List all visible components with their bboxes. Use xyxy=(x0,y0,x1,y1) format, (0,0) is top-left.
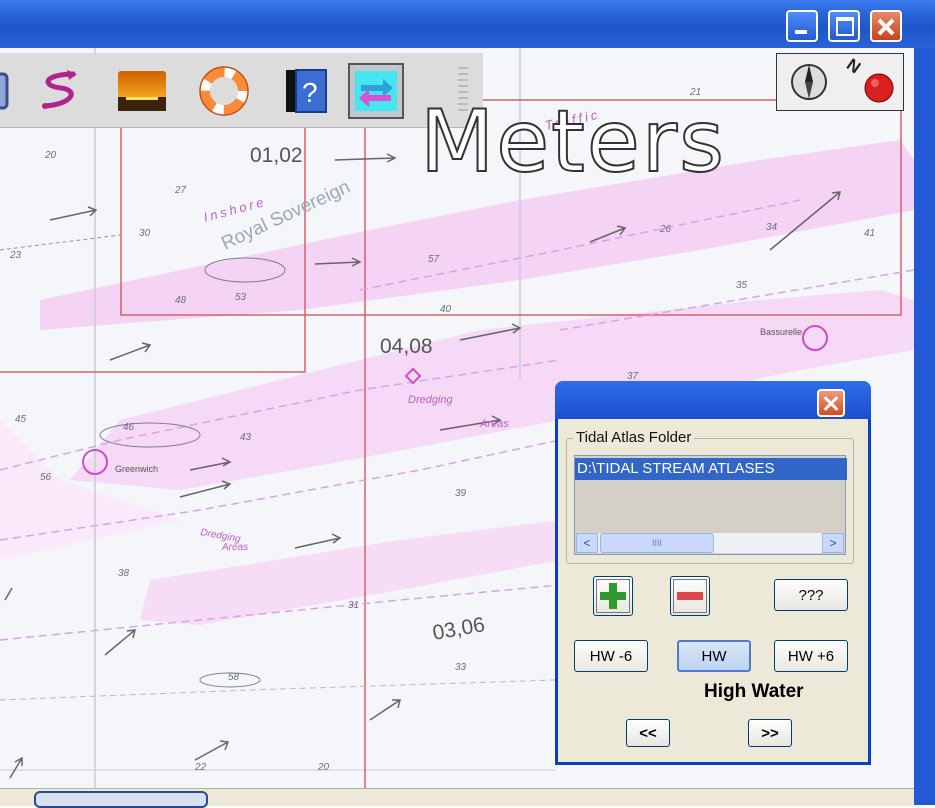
sounding: 20 xyxy=(44,150,57,161)
svg-text:N: N xyxy=(845,56,864,77)
sounding: 41 xyxy=(864,228,875,239)
svg-text:?: ? xyxy=(302,77,318,108)
scroll-thumb[interactable]: IIII xyxy=(600,533,714,553)
sounding: 45 xyxy=(15,414,27,425)
place-label: Areas xyxy=(221,542,248,553)
dialog-title-bar[interactable] xyxy=(555,381,871,419)
sounding: 33 xyxy=(455,662,467,673)
tidal-arrow xyxy=(4,587,13,601)
sounding: 30 xyxy=(139,228,151,239)
group-label: Tidal Atlas Folder xyxy=(573,429,695,446)
sounding: 48 xyxy=(175,295,187,306)
sounding: 38 xyxy=(118,568,130,579)
tidal-arrow xyxy=(369,699,401,721)
tidal-streams-icon[interactable] xyxy=(348,63,404,119)
close-icon[interactable] xyxy=(870,10,902,42)
sounding: 58 xyxy=(228,672,240,683)
hw-minus-6-button[interactable]: HW -6 xyxy=(574,640,648,672)
tidal-arrow xyxy=(9,756,23,779)
sounding: 43 xyxy=(240,432,252,443)
separation-line xyxy=(0,679,556,701)
place-label: Greenwich xyxy=(115,464,158,474)
status-bar xyxy=(0,788,914,808)
compass-icon[interactable] xyxy=(789,62,829,107)
sounding: 35 xyxy=(736,280,748,291)
tidal-atlas-folder-group: Tidal Atlas Folder D:\TIDAL STREAM ATLAS… xyxy=(566,429,854,564)
status-pane xyxy=(34,791,208,808)
tidal-arrow xyxy=(109,342,152,361)
tidal-arrow xyxy=(104,629,136,656)
scroll-right-icon[interactable]: > xyxy=(822,533,844,553)
close-icon[interactable] xyxy=(817,389,845,417)
tidal-arrow xyxy=(194,740,230,761)
next-button[interactable]: >> xyxy=(748,719,792,747)
tidal-arrow xyxy=(49,206,98,221)
contour-line xyxy=(0,234,121,251)
sounding: 20 xyxy=(317,762,330,773)
depth-label: 04,08 xyxy=(380,335,433,358)
sounding: 53 xyxy=(235,292,247,303)
sounding: 27 xyxy=(174,185,187,196)
title-bar xyxy=(0,0,935,48)
lifebuoy-icon[interactable] xyxy=(196,63,252,119)
place-label: Areas xyxy=(479,418,509,430)
horizontal-scrollbar[interactable]: < IIII > xyxy=(576,533,844,553)
sounding: 56 xyxy=(40,472,52,483)
previous-button[interactable]: << xyxy=(626,719,670,747)
place-label: Bassurelle xyxy=(760,327,802,337)
tidal-atlas-dialog: Tidal Atlas Folder D:\TIDAL STREAM ATLAS… xyxy=(555,381,871,765)
depth-label: 03,06 xyxy=(431,613,487,645)
remove-folder-button[interactable] xyxy=(670,576,710,616)
toolbar: ? xyxy=(0,53,483,128)
route-icon[interactable] xyxy=(30,63,86,119)
sounding: 34 xyxy=(766,222,778,233)
place-label: Dredging xyxy=(408,394,454,406)
sounding: 22 xyxy=(194,762,207,773)
folder-list-item[interactable]: D:\TIDAL STREAM ATLASES xyxy=(575,458,847,480)
folder-listbox[interactable]: D:\TIDAL STREAM ATLASES < IIII > xyxy=(574,455,847,555)
maximize-icon[interactable] xyxy=(828,10,860,42)
hw-plus-6-button[interactable]: HW +6 xyxy=(774,640,848,672)
sounding: 46 xyxy=(123,422,135,433)
sounding: 40 xyxy=(440,304,452,315)
sunset-icon[interactable] xyxy=(114,63,170,119)
compass-panel: N xyxy=(776,53,904,111)
sounding: 26 xyxy=(659,224,672,235)
units-overlay: Meters xyxy=(419,91,726,193)
record-icon[interactable] xyxy=(863,72,897,111)
help-icon[interactable]: ? xyxy=(278,63,334,119)
add-folder-button[interactable] xyxy=(593,576,633,616)
sounding: 57 xyxy=(428,254,440,265)
tidal-arrow xyxy=(294,533,342,549)
tide-status-label: High Water xyxy=(704,681,804,702)
minus-icon xyxy=(673,579,707,613)
sounding: 23 xyxy=(9,250,22,261)
unknown-button[interactable]: ??? xyxy=(774,579,848,611)
sounding: 39 xyxy=(455,488,467,499)
depth-label: 01,02 xyxy=(250,144,303,167)
chart-icon[interactable] xyxy=(0,63,16,119)
hw-button[interactable]: HW xyxy=(677,640,751,672)
window-frame xyxy=(914,48,935,805)
scroll-left-icon[interactable]: < xyxy=(576,533,598,553)
plus-icon xyxy=(596,579,630,613)
minimize-icon[interactable] xyxy=(786,10,818,42)
sounding: 31 xyxy=(348,600,359,611)
